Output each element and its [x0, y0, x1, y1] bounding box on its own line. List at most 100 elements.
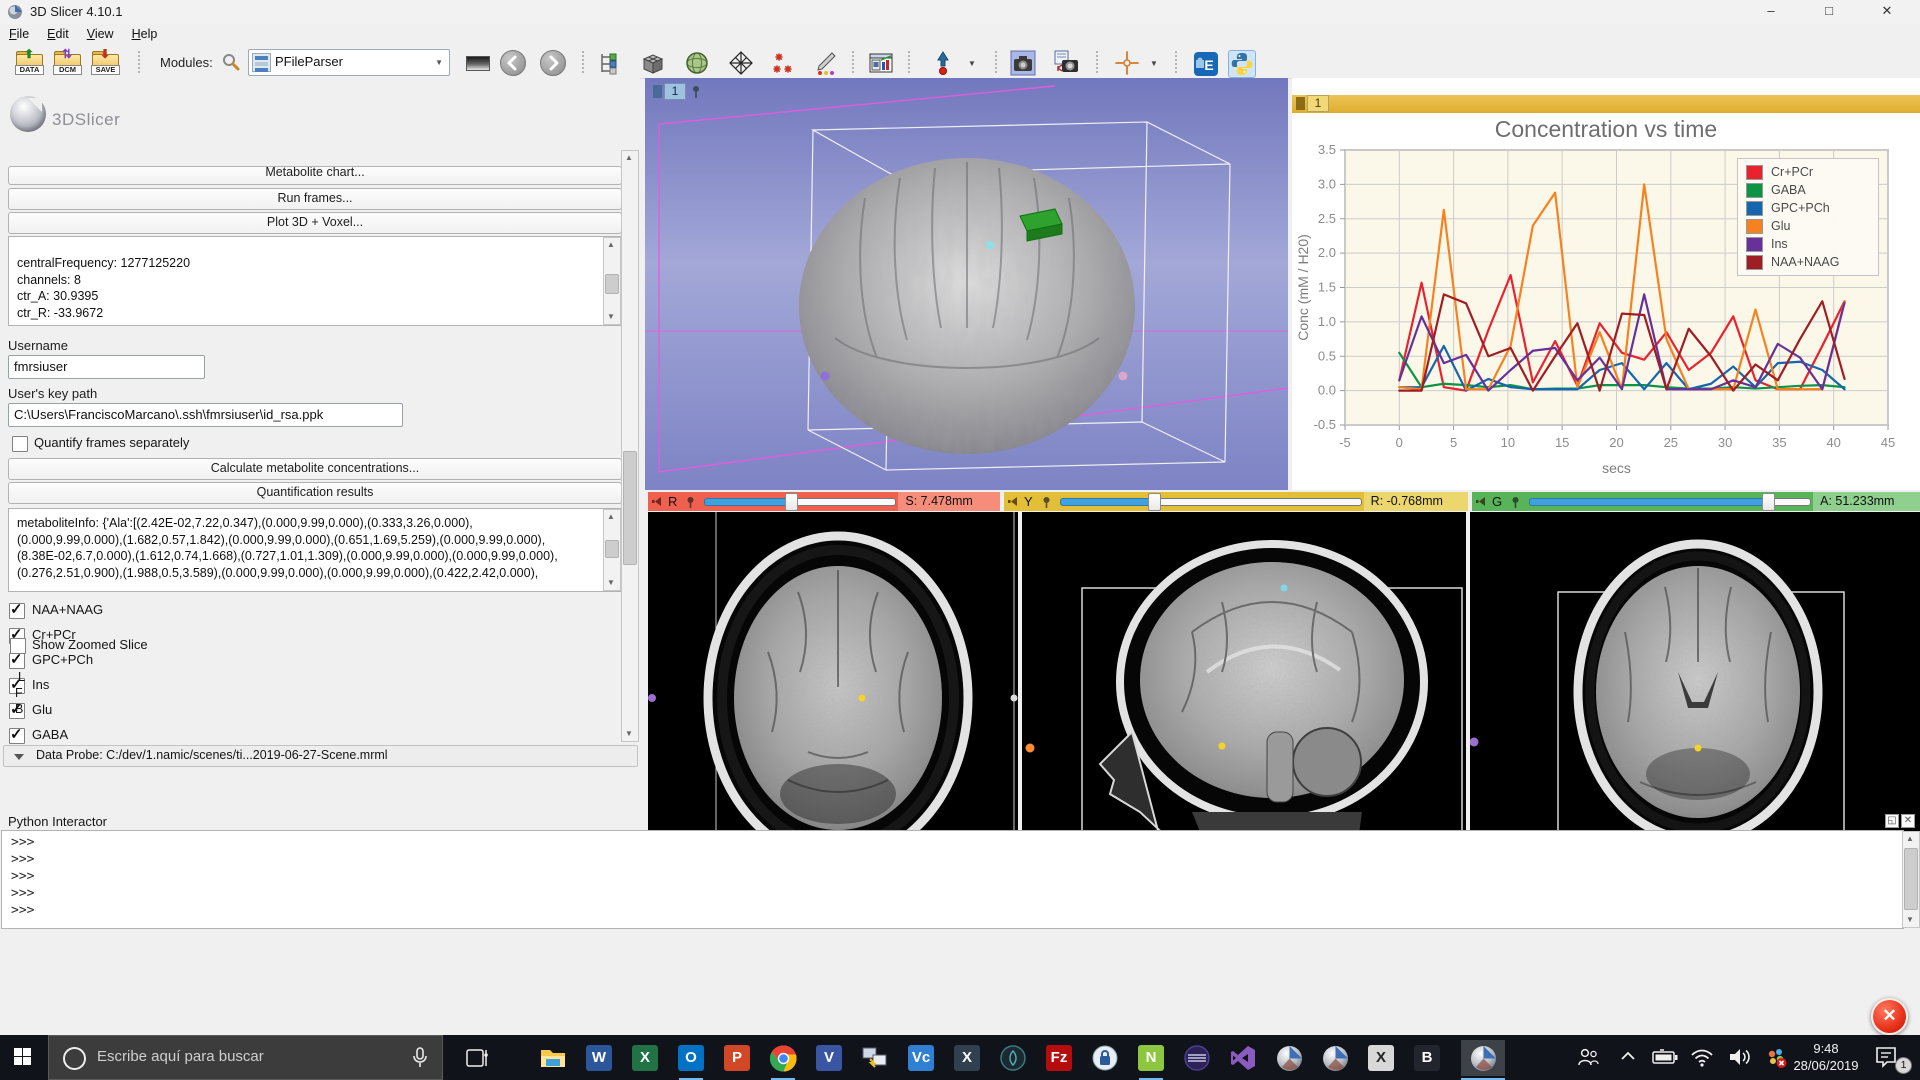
- extensions-manager-icon[interactable]: E: [1192, 50, 1220, 78]
- sync-error-icon[interactable]: [1764, 1047, 1788, 1069]
- crosshair-icon[interactable]: [1114, 50, 1140, 76]
- module-selector-combobox[interactable]: PFileParser ▼: [248, 49, 450, 76]
- module-search-icon[interactable]: [222, 53, 240, 71]
- screenshot-icon[interactable]: [1010, 50, 1036, 76]
- menu-view[interactable]: View: [78, 24, 123, 44]
- layout-cube-icon[interactable]: [640, 50, 666, 76]
- chart-view-controller[interactable]: 1: [1296, 95, 1329, 112]
- toolbar-separator[interactable]: [138, 51, 144, 73]
- toolbar-separator[interactable]: [908, 51, 914, 73]
- metabolite-checkbox-gaba[interactable]: [9, 728, 25, 744]
- pin-icon[interactable]: [1510, 496, 1521, 508]
- pin-icon[interactable]: [1041, 496, 1052, 508]
- taskbar-app-excel[interactable]: X: [623, 1040, 667, 1076]
- metabolite-chart-button[interactable]: Metabolite chart...: [8, 166, 622, 185]
- view-grip[interactable]: [1296, 97, 1305, 110]
- scene-view-icon[interactable]: [1054, 50, 1080, 76]
- metabolite-info-textbox[interactable]: metaboliteInfo: {'Ala':[(2.42E-02,7.22,0…: [8, 508, 622, 592]
- console-scrollbar[interactable]: ▲▼: [1902, 831, 1920, 928]
- menu-edit[interactable]: Edit: [38, 24, 78, 44]
- slice-offset-slider[interactable]: [704, 492, 894, 511]
- toolbar-separator[interactable]: [852, 51, 858, 73]
- taskbar-app-circular-app[interactable]: [991, 1040, 1035, 1076]
- taskbar-app-remote-desktop[interactable]: [853, 1040, 897, 1076]
- unpin-arrow-icon[interactable]: [1476, 497, 1486, 506]
- data-probe-collapsible[interactable]: Data Probe: C:/dev/1.namic/scenes/ti...2…: [3, 745, 638, 767]
- back-button[interactable]: [500, 50, 526, 76]
- task-view-icon[interactable]: [466, 1048, 488, 1068]
- battery-icon[interactable]: [1652, 1047, 1678, 1067]
- quantification-results-button[interactable]: Quantification results: [8, 482, 622, 504]
- keypath-input[interactable]: C:\Users\FranciscoMarcano\.ssh\fmrsiuser…: [8, 403, 403, 427]
- annotate-pen-icon[interactable]: [812, 50, 838, 76]
- people-icon[interactable]: [1576, 1047, 1600, 1067]
- unpin-arrow-icon[interactable]: [652, 497, 662, 506]
- taskbar-clock[interactable]: 9:48 28/06/2019: [1788, 1040, 1864, 1074]
- dismiss-notification-button[interactable]: ✕: [1871, 998, 1908, 1035]
- undock-panel-icon[interactable]: ◱: [1885, 814, 1899, 828]
- taskbar-app-slicer[interactable]: [1267, 1040, 1311, 1076]
- slice-offset-slider[interactable]: [1529, 492, 1809, 511]
- run-frames-button[interactable]: Run frames...: [8, 188, 622, 210]
- forward-button[interactable]: [540, 50, 566, 76]
- volume-rendering-icon[interactable]: [684, 50, 710, 76]
- taskbar-app-chrome[interactable]: [761, 1040, 805, 1076]
- module-history-icon[interactable]: [466, 56, 490, 71]
- taskbar-app-powerpoint[interactable]: P: [715, 1040, 759, 1076]
- toolbar-separator[interactable]: [1096, 51, 1102, 73]
- python-console-icon[interactable]: [1228, 50, 1256, 78]
- fiducials-icon[interactable]: [770, 50, 796, 76]
- taskbar-app-ssh-lock[interactable]: [1083, 1040, 1127, 1076]
- unpin-arrow-icon[interactable]: [1008, 497, 1018, 506]
- volume-icon[interactable]: [1728, 1047, 1752, 1067]
- slider-handle[interactable]: [1148, 493, 1161, 511]
- pin-icon[interactable]: [685, 496, 696, 508]
- taskbar-app-b3-app[interactable]: B: [1405, 1040, 1449, 1076]
- place-point-icon[interactable]: [930, 50, 956, 76]
- menu-file[interactable]: File: [0, 24, 38, 44]
- close-button[interactable]: ✕: [1864, 0, 1910, 24]
- username-input[interactable]: fmrsiuser: [8, 355, 205, 379]
- threed-view[interactable]: 1: [645, 78, 1288, 490]
- calculate-concentrations-button[interactable]: Calculate metabolite concentrations...: [8, 458, 622, 480]
- taskbar-search[interactable]: Escribe aquí para buscar: [48, 1035, 443, 1080]
- python-console[interactable]: >>>>>>>>>>>>>>>: [1, 830, 1904, 929]
- chevron-down-icon[interactable]: ▼: [968, 59, 976, 68]
- quantify-frames-checkbox[interactable]: [12, 436, 28, 452]
- load-dicom-button[interactable]: ⇅ DCM: [52, 50, 82, 74]
- slice-offset-slider[interactable]: [1060, 492, 1360, 511]
- textbox-scrollbar[interactable]: ▲▼: [603, 509, 621, 591]
- chevron-down-icon[interactable]: ▼: [1150, 59, 1158, 68]
- action-center-icon[interactable]: 1: [1874, 1045, 1910, 1071]
- menu-help[interactable]: Help: [123, 24, 167, 44]
- taskbar-app-slicer-active[interactable]: [1461, 1040, 1505, 1076]
- save-button[interactable]: ⬇ SAVE: [90, 50, 120, 74]
- textbox-scrollbar[interactable]: ▲▼: [603, 237, 621, 325]
- taskbar-app-mplab-xide[interactable]: X: [945, 1040, 989, 1076]
- taskbar-app-vnc-viewer-v[interactable]: V: [807, 1040, 851, 1076]
- frequency-info-textbox[interactable]: centralFrequency: 1277125220channels: 8c…: [8, 236, 622, 326]
- pin-icon[interactable]: [690, 85, 703, 98]
- show-zoomed-slice-checkbox[interactable]: [10, 638, 26, 654]
- metabolite-checkbox-gpc-pch[interactable]: [9, 653, 25, 669]
- chevron-up-icon[interactable]: [1620, 1050, 1636, 1062]
- toolbar-separator[interactable]: [582, 51, 588, 73]
- slider-handle[interactable]: [1762, 493, 1775, 511]
- maximize-button[interactable]: □: [1806, 0, 1852, 24]
- taskbar-app-filezilla[interactable]: Fz: [1037, 1040, 1081, 1076]
- layout-chart-icon[interactable]: [868, 50, 894, 76]
- mesh-icon[interactable]: [728, 50, 754, 76]
- panel-scrollbar[interactable]: ▲▼: [621, 150, 639, 742]
- metabolite-checkbox-naa-naag[interactable]: [9, 603, 25, 619]
- toolbar-separator[interactable]: [995, 51, 1001, 73]
- taskbar-app-outlook[interactable]: O: [669, 1040, 713, 1076]
- plot-3d-voxel-button[interactable]: Plot 3D + Voxel...: [8, 212, 622, 234]
- start-button[interactable]: [14, 1048, 31, 1065]
- load-data-button[interactable]: ⬆ DATA: [14, 50, 44, 74]
- taskbar-app-slicer[interactable]: [1313, 1040, 1357, 1076]
- threed-view-controller[interactable]: 1: [653, 83, 703, 100]
- view-grip[interactable]: [653, 85, 662, 98]
- taskbar-app-x-app[interactable]: X: [1359, 1040, 1403, 1076]
- taskbar-app-notepad-plus-plus[interactable]: N: [1129, 1040, 1173, 1076]
- module-tree-icon[interactable]: [596, 50, 622, 76]
